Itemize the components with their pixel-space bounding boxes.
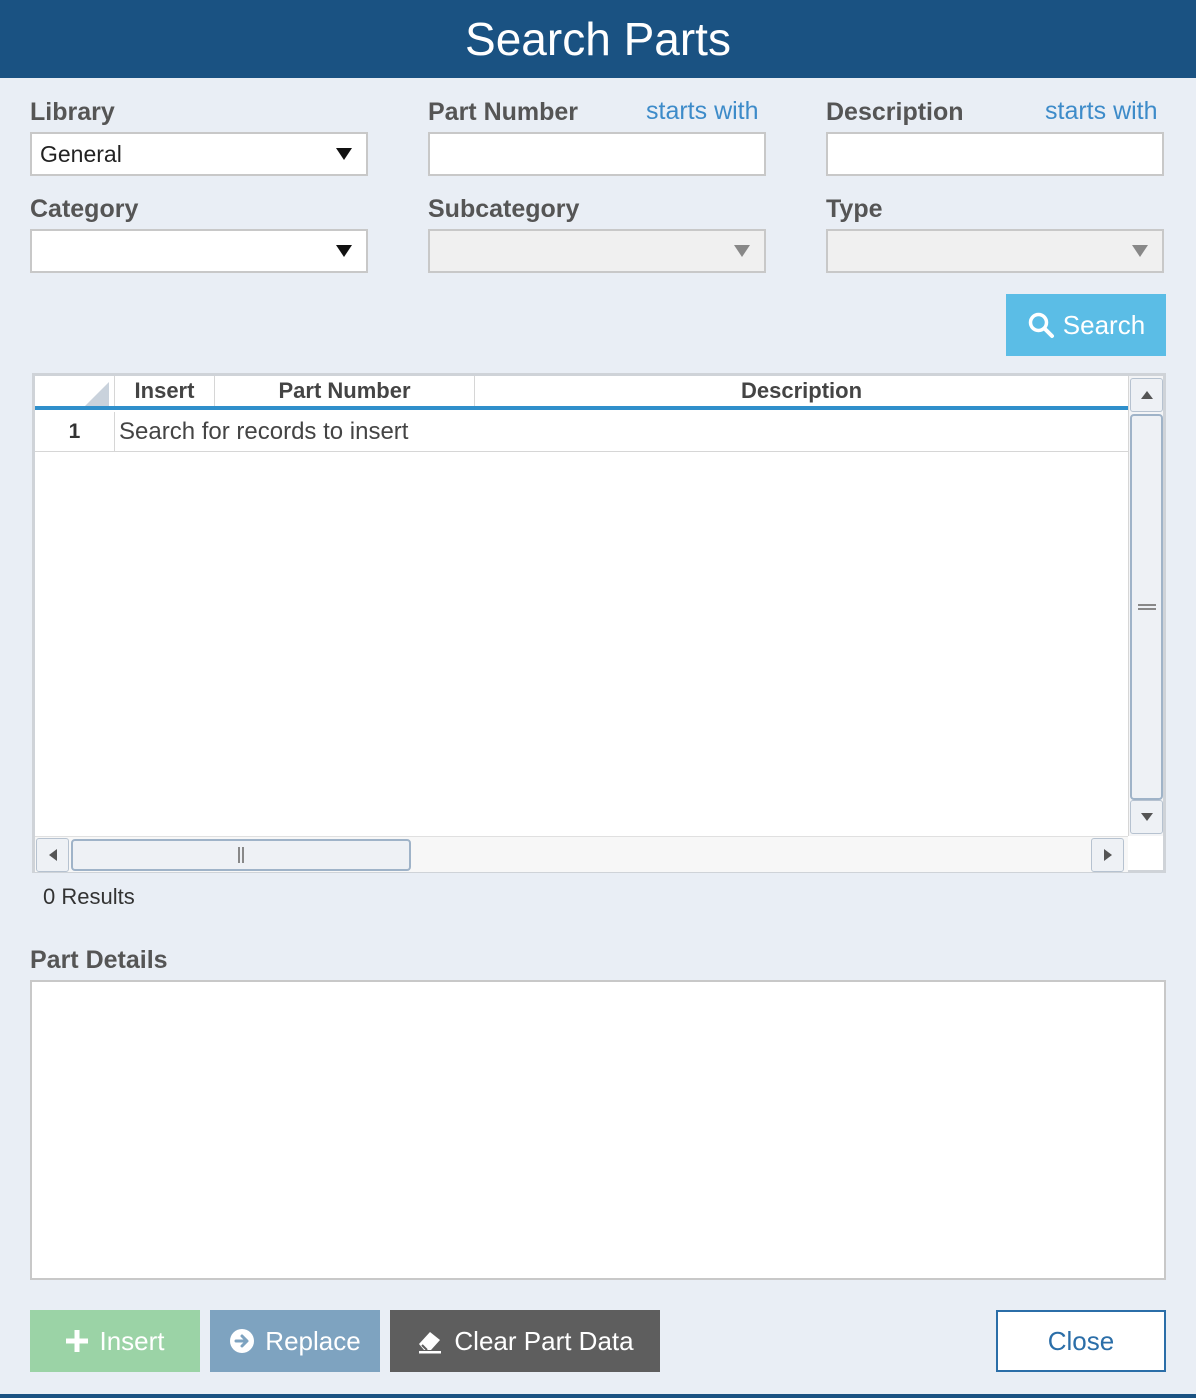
arrow-right-circle-icon xyxy=(229,1328,255,1354)
horizontal-scroll-thumb[interactable] xyxy=(71,839,411,871)
scroll-right-button[interactable] xyxy=(1091,838,1124,872)
close-button-label: Close xyxy=(1047,1325,1115,1356)
chevron-down-icon xyxy=(336,245,352,257)
row-number: 1 xyxy=(35,412,115,452)
clear-part-data-button[interactable]: Clear Part Data xyxy=(390,1310,660,1372)
category-label: Category xyxy=(30,195,139,223)
part-details-panel xyxy=(30,980,1166,1280)
grid-header: Insert Part Number Description xyxy=(35,376,1128,410)
bottom-border xyxy=(0,1394,1196,1398)
chevron-down-icon xyxy=(734,245,750,257)
clear-part-data-button-label: Clear Part Data xyxy=(454,1325,634,1356)
library-select-value: General xyxy=(40,140,122,167)
results-count: 0 Results xyxy=(43,884,135,909)
scroll-up-button[interactable] xyxy=(1130,378,1163,412)
insert-button-label: Insert xyxy=(99,1325,165,1356)
empty-grid-message: Search for records to insert xyxy=(119,418,409,445)
grip-icon xyxy=(1137,604,1156,610)
type-select[interactable] xyxy=(826,229,1164,273)
corner-triangle-icon xyxy=(85,382,109,406)
table-row[interactable]: 1 Search for records to insert xyxy=(35,412,1128,452)
description-match-mode[interactable]: starts with xyxy=(1045,97,1158,126)
arrow-up-icon xyxy=(1140,391,1153,399)
arrow-left-icon xyxy=(48,849,57,861)
scroll-left-button[interactable] xyxy=(36,838,69,872)
part-number-label: Part Number xyxy=(428,98,579,126)
vertical-scrollbar[interactable] xyxy=(1128,376,1163,836)
part-details-label: Part Details xyxy=(30,946,168,974)
replace-button[interactable]: Replace xyxy=(210,1310,380,1372)
grip-icon xyxy=(238,847,244,863)
plus-icon xyxy=(65,1329,89,1353)
chevron-down-icon xyxy=(1132,245,1148,257)
type-label: Type xyxy=(826,195,883,223)
horizontal-scrollbar[interactable] xyxy=(35,836,1128,872)
close-button[interactable]: Close xyxy=(996,1310,1166,1372)
search-icon xyxy=(1027,311,1055,339)
description-input[interactable] xyxy=(826,132,1164,176)
scroll-down-button[interactable] xyxy=(1130,800,1163,834)
search-button-label: Search xyxy=(1062,309,1146,340)
library-label: Library xyxy=(30,98,115,126)
subcategory-label: Subcategory xyxy=(428,195,580,223)
insert-button[interactable]: Insert xyxy=(30,1310,200,1372)
eraser-icon xyxy=(416,1328,444,1354)
results-grid[interactable]: Insert Part Number Description 1 Search … xyxy=(32,373,1166,873)
dialog-title: Search Parts xyxy=(0,0,1196,78)
part-number-match-mode[interactable]: starts with xyxy=(646,97,759,126)
column-header-part-number[interactable]: Part Number xyxy=(215,376,475,406)
description-label: Description xyxy=(826,98,964,126)
column-header-description[interactable]: Description xyxy=(475,376,1128,406)
category-select[interactable] xyxy=(30,229,368,273)
vertical-scroll-thumb[interactable] xyxy=(1130,414,1163,800)
column-header-insert[interactable]: Insert xyxy=(115,376,215,406)
part-number-input[interactable] xyxy=(428,132,766,176)
subcategory-select[interactable] xyxy=(428,229,766,273)
replace-button-label: Replace xyxy=(265,1325,361,1356)
arrow-right-icon xyxy=(1103,849,1112,861)
search-button[interactable]: Search xyxy=(1006,294,1166,356)
library-select[interactable]: General xyxy=(30,132,368,176)
select-all-corner[interactable] xyxy=(35,376,115,406)
chevron-down-icon xyxy=(336,148,352,160)
arrow-down-icon xyxy=(1140,813,1153,821)
